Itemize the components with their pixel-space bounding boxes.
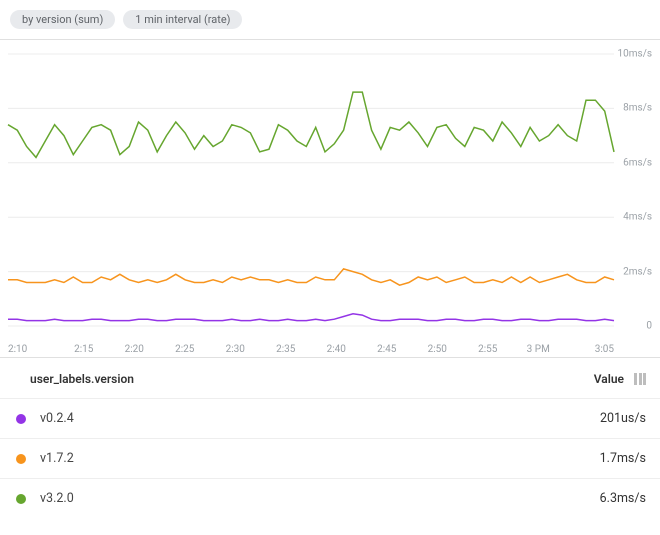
y-axis-tick: 8ms/s [621, 103, 654, 114]
x-axis-tick: 2:55 [463, 344, 514, 355]
x-axis-tick: 2:45 [362, 344, 413, 355]
filter-chip-bar: by version (sum) 1 min interval (rate) [0, 0, 660, 33]
legend-header-label: user_labels.version [30, 372, 134, 386]
y-axis-tick: 10ms/s [616, 49, 654, 60]
legend-value: 201us/s [600, 411, 646, 426]
series-color-dot [16, 494, 26, 504]
legend-rows: v0.2.4 201us/s v1.7.2 1.7ms/s v3.2.0 6.3ms/s [0, 398, 660, 518]
legend-row[interactable]: v1.7.2 1.7ms/s [0, 438, 660, 478]
legend-header-value: Value [594, 372, 624, 386]
chip-aggregation[interactable]: by version (sum) [10, 10, 115, 29]
y-axis-tick: 4ms/s [621, 212, 654, 223]
x-axis-tick: 2:10 [8, 344, 59, 355]
legend-label: v1.7.2 [40, 451, 74, 466]
x-axis-tick: 3 PM [513, 344, 564, 355]
series-line [8, 314, 614, 321]
y-axis-tick: 6ms/s [621, 157, 654, 168]
x-axis-tick: 3:05 [564, 344, 615, 355]
x-axis-labels: 2:102:152:202:252:302:352:402:452:502:55… [0, 340, 660, 357]
x-axis-tick: 2:20 [109, 344, 160, 355]
line-chart[interactable]: 10ms/s 8ms/s 6ms/s 4ms/s 2ms/s 0 [0, 40, 660, 340]
series-line [8, 92, 614, 157]
x-axis-tick: 2:40 [311, 344, 362, 355]
x-axis-tick: 2:50 [412, 344, 463, 355]
chip-interval[interactable]: 1 min interval (rate) [123, 10, 242, 29]
y-axis-tick: 2ms/s [621, 266, 654, 277]
legend-value: 1.7ms/s [600, 451, 646, 466]
x-axis-tick: 2:35 [261, 344, 312, 355]
legend-value: 6.3ms/s [600, 491, 646, 506]
legend-header: user_labels.version Value [0, 357, 660, 398]
x-axis-tick: 2:30 [210, 344, 261, 355]
chart-svg [0, 40, 660, 340]
y-axis-tick: 0 [644, 321, 654, 332]
legend-label: v3.2.0 [40, 491, 74, 506]
x-axis-tick: 2:25 [160, 344, 211, 355]
legend-label: v0.2.4 [40, 411, 74, 426]
chart-panel: 10ms/s 8ms/s 6ms/s 4ms/s 2ms/s 0 2:102:152:20… [0, 39, 660, 357]
columns-icon[interactable] [634, 373, 646, 385]
legend-row[interactable]: v0.2.4 201us/s [0, 398, 660, 438]
series-color-dot [16, 454, 26, 464]
x-axis-tick: 2:15 [59, 344, 110, 355]
series-color-dot [16, 414, 26, 424]
legend-row[interactable]: v3.2.0 6.3ms/s [0, 478, 660, 518]
